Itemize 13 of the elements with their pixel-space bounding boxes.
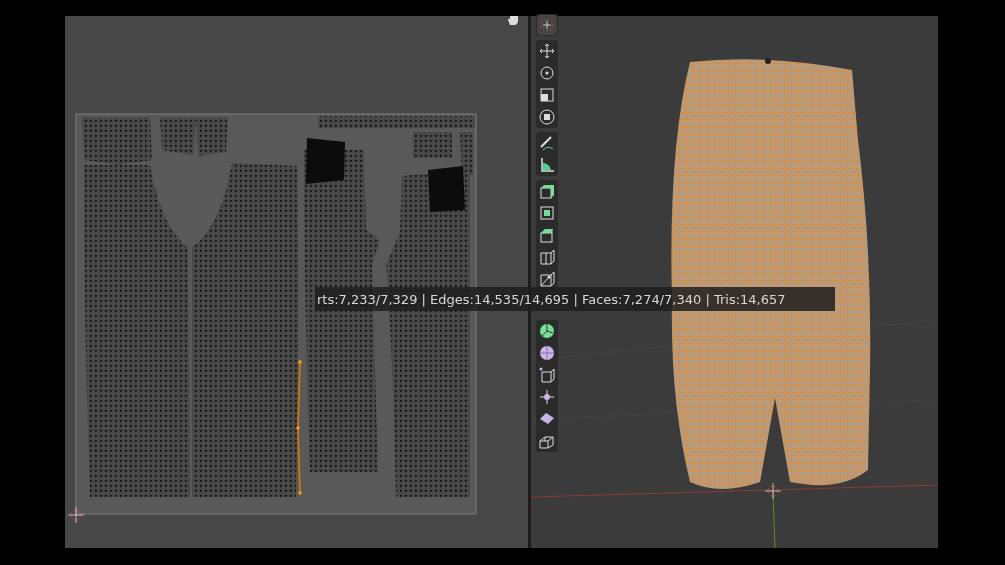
vertex-move-icon[interactable] <box>537 387 557 407</box>
spin-tool-icon[interactable] <box>537 321 557 341</box>
move-tool-icon[interactable] <box>537 41 557 61</box>
object-origin-icon <box>765 58 771 64</box>
mesh-stats-text: rts:7,233/7,329 | Edges:14,535/14,695 | Faces:7,274/7,340 | Tris:14,657 <box>316 291 786 307</box>
sphere-tool-icon[interactable] <box>537 343 557 363</box>
transform-tool-icon[interactable] <box>537 107 557 127</box>
scale-tool-icon[interactable] <box>537 85 557 105</box>
cursor-tool-icon[interactable] <box>537 15 557 35</box>
rotate-tool-icon[interactable] <box>537 63 557 83</box>
cursor-crosshair-icon <box>67 506 85 524</box>
hand-icon[interactable] <box>508 16 518 25</box>
3d-cursor-icon <box>764 482 782 500</box>
